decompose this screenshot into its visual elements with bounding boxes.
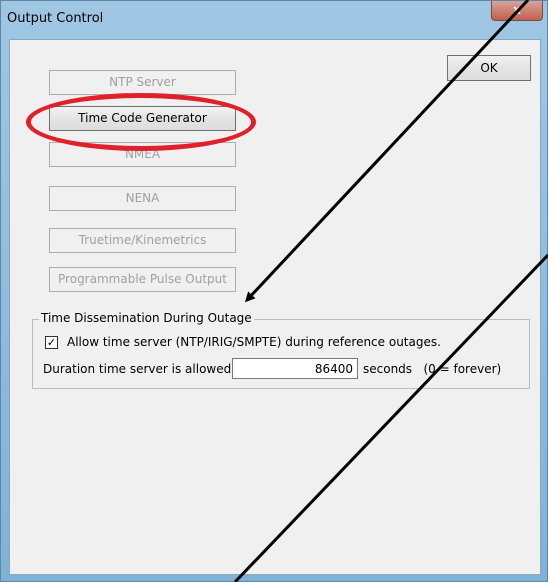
annotation-overlay [233,0,548,582]
annotation-arrow [244,0,530,303]
annotation-diagonal-line [233,253,548,582]
